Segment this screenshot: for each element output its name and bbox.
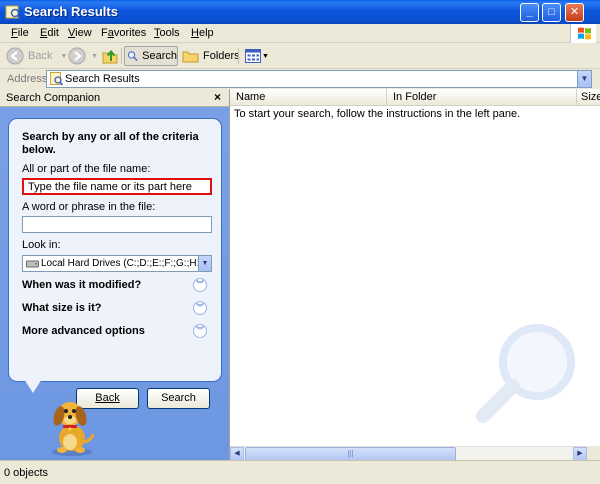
back-arrow-icon (6, 47, 24, 65)
search-submit-button[interactable]: Search (147, 388, 210, 409)
close-pane-icon[interactable]: × (214, 90, 221, 104)
views-grid-icon (245, 49, 261, 63)
hard-drive-icon (26, 260, 39, 268)
search-window-icon (5, 5, 21, 19)
folders-button[interactable]: Folders (182, 46, 240, 66)
maximize-button[interactable]: □ (542, 3, 561, 22)
close-button[interactable]: ✕ (565, 3, 584, 22)
menu-edit[interactable]: Edit (40, 27, 59, 39)
address-dropdown-icon[interactable]: ▼ (577, 71, 591, 87)
search-companion-title: Search Companion (6, 92, 101, 104)
forward-dropdown-icon[interactable]: ▼ (91, 53, 98, 60)
folders-icon (182, 51, 199, 63)
minimize-button[interactable]: _ (520, 3, 539, 22)
address-value: Search Results (65, 73, 140, 85)
address-label: Address (7, 73, 48, 85)
menu-view[interactable]: View (68, 27, 92, 39)
horizontal-scrollbar[interactable]: ◀ ||| ▶ (230, 446, 587, 461)
phrase-label: A word or phrase in the file: (22, 201, 156, 213)
scrollbar-corner (587, 446, 600, 460)
results-pane: Name In Folder Size To start your search… (229, 89, 600, 461)
column-header-size[interactable]: Size (577, 89, 600, 106)
search-button[interactable]: Search (124, 46, 178, 66)
back-button[interactable]: Back ▼ (6, 46, 67, 66)
scroll-right-icon[interactable]: ▶ (573, 447, 587, 461)
back-dropdown-icon[interactable]: ▼ (60, 53, 67, 60)
status-text: 0 objects (4, 467, 49, 479)
window-title: Search Results (24, 4, 118, 19)
scroll-thumb[interactable]: ||| (245, 447, 456, 461)
search-criteria-panel: Search by any or all of the criteria bel… (8, 118, 222, 409)
magnifier-watermark-icon (476, 324, 575, 423)
up-folder-icon (102, 49, 118, 64)
views-dropdown-icon[interactable]: ▼ (262, 53, 269, 60)
status-bar: 0 objects (0, 460, 600, 484)
lookin-label: Look in: (22, 239, 61, 251)
menu-file[interactable]: File (11, 27, 29, 39)
lookin-dropdown-icon[interactable]: ▼ (198, 256, 211, 271)
chevron-down-icon[interactable]: ︾ (193, 301, 207, 315)
results-instructions: To start your search, follow the instruc… (234, 108, 521, 120)
search-companion-header: Search Companion × (0, 89, 229, 107)
scroll-left-icon[interactable]: ◀ (230, 447, 244, 461)
menu-help[interactable]: Help (191, 27, 214, 39)
views-button[interactable]: ▼ (245, 46, 269, 66)
windows-logo-icon (570, 24, 596, 43)
forward-arrow-icon (68, 47, 86, 65)
criteria-heading: Search by any or all of the criteria bel… (22, 131, 199, 156)
menu-bar: File Edit View Favorites Tools Help (0, 24, 600, 43)
search-results-icon (50, 72, 63, 86)
option-advanced[interactable]: More advanced options (22, 325, 145, 337)
address-field[interactable]: Search Results ▼ (46, 70, 592, 88)
forward-button[interactable]: ▼ (68, 46, 98, 66)
phrase-input[interactable] (22, 216, 212, 233)
bubble-tail (24, 379, 42, 393)
address-bar: Address Search Results ▼ (0, 69, 600, 89)
option-modified[interactable]: When was it modified? (22, 279, 141, 291)
lookin-select[interactable]: Local Hard Drives (C:;D:;E:;F:;G:;H:) ▼ (22, 255, 212, 272)
toolbar: Back ▼ ▼ Search Folders ▼ (0, 43, 600, 69)
search-dog-icon[interactable] (42, 394, 102, 458)
column-header-folder[interactable]: In Folder (387, 89, 577, 106)
filename-input[interactable]: Type the file name or its part here (22, 178, 212, 195)
column-header-name[interactable]: Name (230, 89, 387, 106)
option-size[interactable]: What size is it? (22, 302, 101, 314)
up-folder-button[interactable] (101, 46, 119, 66)
chevron-down-icon[interactable]: ︾ (193, 324, 207, 338)
search-companion-pane: Search Companion × Search by any or all … (0, 89, 229, 460)
menu-tools[interactable]: Tools (154, 27, 180, 39)
menu-favorites[interactable]: Favorites (101, 27, 146, 39)
title-bar: Search Results _ □ ✕ (0, 0, 600, 24)
search-icon (127, 51, 138, 62)
chevron-down-icon[interactable]: ︾ (193, 278, 207, 292)
filename-label: All or part of the file name: (22, 163, 151, 175)
